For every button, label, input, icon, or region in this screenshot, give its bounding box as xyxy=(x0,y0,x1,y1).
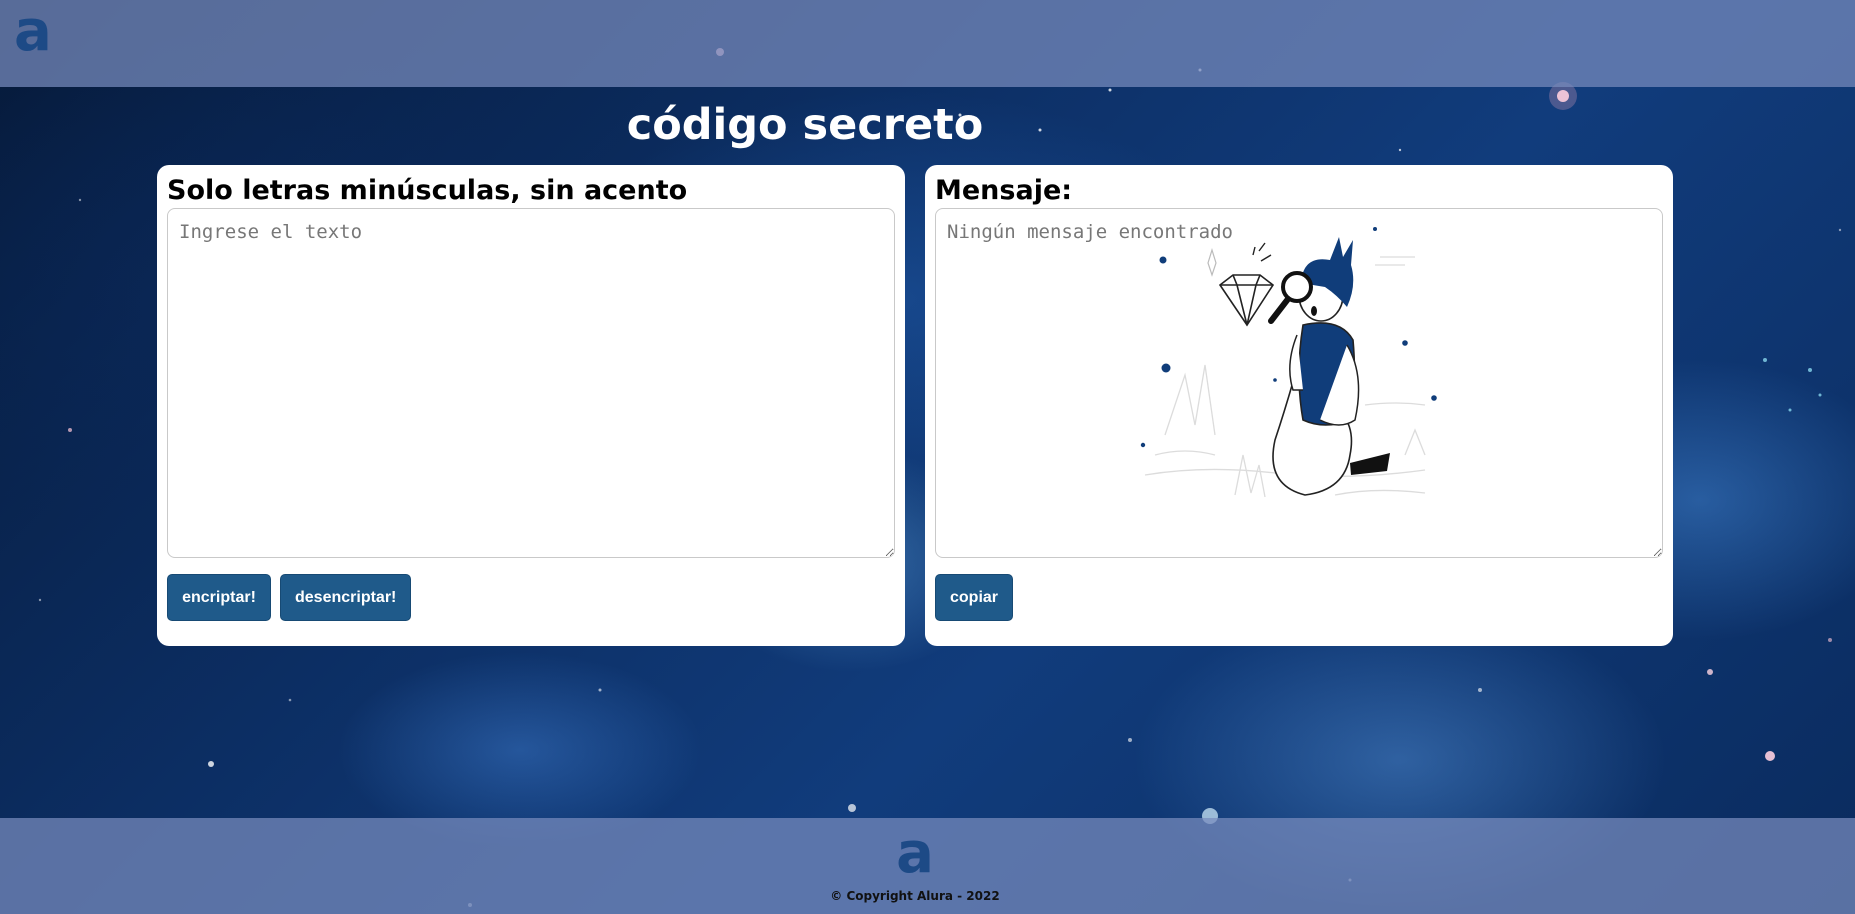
input-text-area[interactable] xyxy=(167,208,895,558)
output-text-area[interactable] xyxy=(935,208,1663,558)
copyright-text: © Copyright Alura - 2022 xyxy=(830,889,1000,903)
footer: a © Copyright Alura - 2022 xyxy=(0,818,1855,914)
encrypt-button[interactable]: encriptar! xyxy=(167,574,271,621)
input-panel: Solo letras minúsculas, sin acento encri… xyxy=(157,165,905,646)
output-panel: Mensaje: Ningún mensaje encontrado copia… xyxy=(925,165,1673,646)
page-title: código secreto xyxy=(626,100,984,150)
footer-alura-logo-icon: a xyxy=(896,821,934,886)
input-panel-heading: Solo letras minúsculas, sin acento xyxy=(167,175,688,206)
decrypt-button[interactable]: desencriptar! xyxy=(280,574,411,621)
alura-logo-icon[interactable]: a xyxy=(14,4,52,60)
top-header-bar: a xyxy=(0,0,1855,87)
copy-button[interactable]: copiar xyxy=(935,574,1013,621)
output-panel-heading: Mensaje: xyxy=(935,175,1073,206)
